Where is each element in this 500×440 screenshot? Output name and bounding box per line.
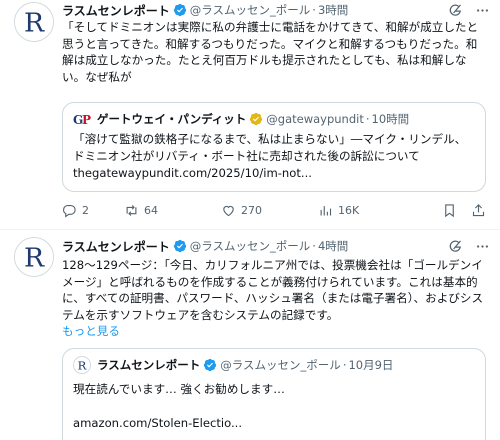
- avatar[interactable]: R: [14, 2, 54, 42]
- show-more-link[interactable]: もっと見る: [62, 324, 120, 338]
- more-icon[interactable]: [475, 239, 490, 254]
- views-button[interactable]: 16K: [318, 203, 416, 218]
- tweet[interactable]: R ラスムセンレポート @ラスムッセン_ポール · 4時間 128～129ページ…: [0, 231, 500, 440]
- quoted-avatar: R: [73, 356, 91, 374]
- like-icon: [223, 205, 234, 216]
- quoted-tweet-body: 現在読んでいます… 強くお勧めします… amazon.com/Stolen-El…: [73, 381, 475, 432]
- separator-dot: ·: [365, 112, 370, 126]
- retweet-button[interactable]: 64: [124, 203, 221, 218]
- quoted-tweet-header: R ラスムセンレポート @ラスムッセン_ポール · 10月9日: [73, 356, 475, 374]
- author-handle[interactable]: @ラスムッセン_ポール: [190, 2, 311, 18]
- views-count: 16K: [338, 203, 360, 217]
- quoted-timestamp[interactable]: 10月9日: [348, 357, 393, 373]
- quoted-tweet-link[interactable]: amazon.com/Stolen-Electio...: [73, 415, 475, 432]
- author-handle[interactable]: @ラスムッセン_ポール: [190, 238, 311, 254]
- like-count: 270: [241, 203, 262, 217]
- quoted-tweet-text: 現在読んでいます… 強くお勧めします…: [73, 382, 285, 396]
- share-icon[interactable]: [471, 203, 486, 218]
- quoted-tweet[interactable]: G P ゲートウェイ・パンディット @gatewaypundit · 10時間 …: [62, 102, 486, 192]
- verified-badge-icon: [173, 3, 186, 17]
- more-icon[interactable]: [475, 3, 490, 18]
- timestamp[interactable]: 3時間: [318, 2, 348, 18]
- separator-dot: ·: [342, 358, 347, 372]
- quoted-author-handle[interactable]: @gatewaypundit: [266, 112, 364, 126]
- quoted-author-name[interactable]: ラスムセンレポート: [97, 357, 200, 373]
- separator-dot: ·: [312, 239, 316, 253]
- bookmark-icon[interactable]: [442, 203, 457, 218]
- quoted-author-name[interactable]: ゲートウェイ・パンディット: [97, 111, 246, 127]
- timestamp[interactable]: 4時間: [318, 238, 348, 254]
- tweet-divider: [0, 229, 500, 230]
- verified-badge-icon: [204, 358, 217, 372]
- quoted-tweet-header: G P ゲートウェイ・パンディット @gatewaypundit · 10時間: [73, 111, 475, 127]
- tweet-header: ラスムセンレポート @ラスムッセン_ポール · 3時間: [62, 1, 490, 19]
- tweet-actions-right: [442, 203, 486, 218]
- retweet-icon: [126, 204, 137, 216]
- quoted-tweet-link[interactable]: thegatewaypundit.com/2025/10/im-not...: [73, 165, 475, 182]
- gateway-pundit-logo: G P: [73, 111, 91, 127]
- author-name[interactable]: ラスムセンレポート: [62, 2, 170, 19]
- author-name[interactable]: ラスムセンレポート: [62, 238, 170, 255]
- verified-badge-icon: [250, 112, 263, 126]
- like-button[interactable]: 270: [221, 203, 318, 218]
- tweet[interactable]: R ラスムセンレポート @ラスムッセン_ポール · 3時間 「そしてドミニオンは…: [0, 0, 500, 230]
- tweet-text-container: 128～129ページ：「今日、カリフォルニア州では、投票機会社は「ゴールデンイメ…: [62, 257, 486, 340]
- svg-text:R: R: [78, 358, 87, 372]
- reply-button[interactable]: 2: [62, 203, 124, 218]
- tweet-actions: 2 64 270 16K: [62, 200, 486, 220]
- reply-count: 2: [82, 203, 89, 217]
- grok-icon[interactable]: [448, 3, 463, 18]
- reply-icon: [63, 204, 76, 218]
- avatar[interactable]: R: [14, 237, 54, 277]
- svg-text:R: R: [24, 8, 45, 39]
- header-actions: [448, 3, 490, 18]
- svg-text:P: P: [82, 113, 91, 127]
- separator-dot: ·: [312, 3, 316, 17]
- quoted-timestamp[interactable]: 10時間: [372, 111, 410, 127]
- tweet-header: ラスムセンレポート @ラスムッセン_ポール · 4時間: [62, 237, 490, 255]
- tweet-text: 「そしてドミニオンは実際に私の弁護士に電話をかけてきて、和解が成立したと思うと言…: [62, 20, 479, 84]
- tweet-text: 128～129ページ：「今日、カリフォルニア州では、投票機会社は「ゴールデンイメ…: [62, 258, 484, 322]
- svg-text:R: R: [24, 243, 45, 274]
- quoted-tweet-text: 「溶けて監獄の鉄格子になるまで、私は止まらない」―マイク・リンデル、ドミニオン社…: [73, 132, 467, 163]
- quoted-author-handle[interactable]: @ラスムッセン_ポール: [220, 357, 341, 373]
- verified-badge-icon: [173, 239, 186, 253]
- quoted-tweet[interactable]: R ラスムセンレポート @ラスムッセン_ポール · 10月9日 現在読んでいます…: [62, 348, 486, 440]
- retweet-count: 64: [144, 203, 158, 217]
- views-icon: [320, 205, 332, 215]
- header-actions: [448, 239, 490, 254]
- grok-icon[interactable]: [448, 239, 463, 254]
- quoted-tweet-body: 「溶けて監獄の鉄格子になるまで、私は止まらない」―マイク・リンデル、ドミニオン社…: [73, 131, 475, 182]
